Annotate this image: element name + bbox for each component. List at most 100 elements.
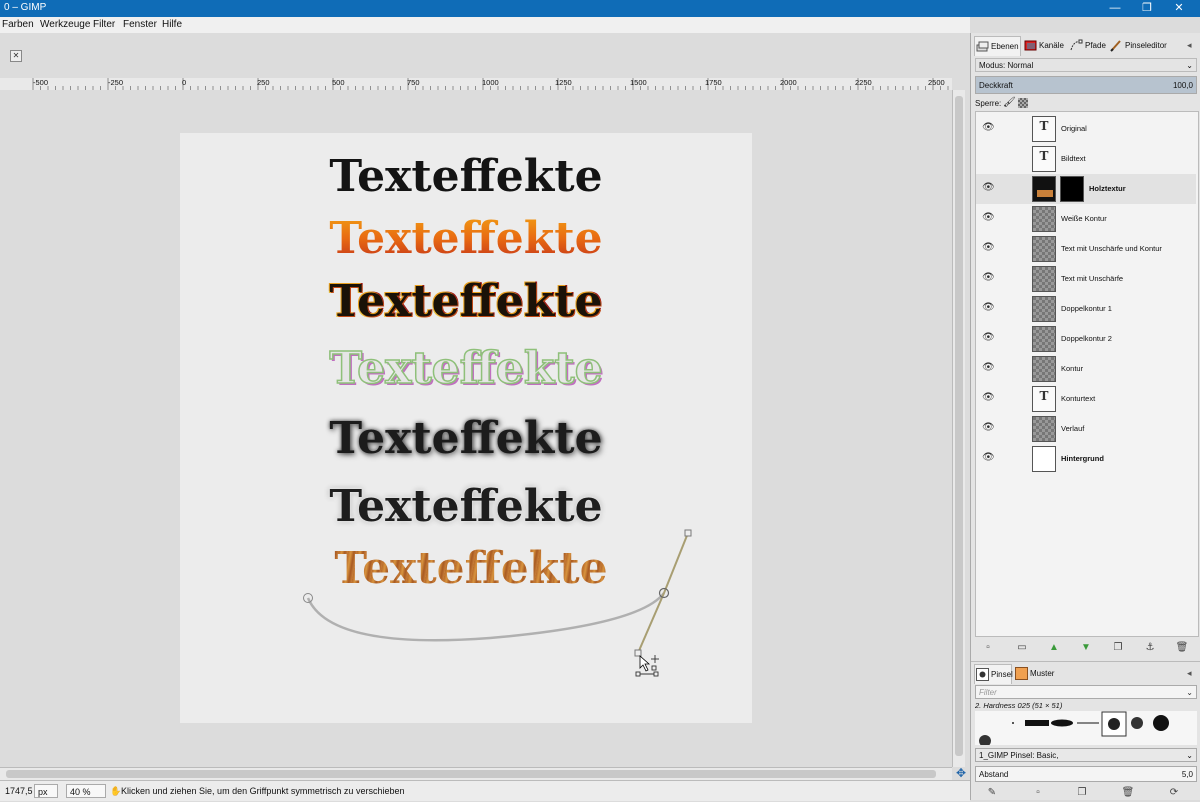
brush-name: 2. Hardness 025 (51 × 51) [975, 701, 1063, 710]
lock-alpha-icon[interactable] [1018, 98, 1028, 108]
layer-row-selected[interactable]: 👁 Holztextur [976, 174, 1196, 204]
eye-icon[interactable]: 👁 [982, 393, 995, 403]
channels-icon [1024, 40, 1037, 51]
vertical-scrollbar[interactable] [952, 90, 965, 767]
layer-row[interactable]: 👁 T Bildtext [976, 144, 1196, 174]
tab-menu-icon[interactable]: ◂ [1187, 40, 1192, 51]
opacity-slider[interactable]: Deckkraft 100,0 [975, 76, 1197, 94]
ruler-label: 2000 [780, 78, 797, 87]
brush-tabs: Pinsel Muster ◂ [971, 661, 1200, 684]
layer-name: Holztextur [1089, 184, 1126, 193]
menu-hilfe[interactable]: Hilfe [162, 19, 182, 30]
ruler-label: 2250 [855, 78, 872, 87]
duplicate-layer-icon[interactable]: ❐ [1111, 641, 1125, 655]
paths-icon [1070, 39, 1083, 51]
tab-paths[interactable]: Pfade [1069, 36, 1107, 56]
chevron-down-icon: ⌄ [1186, 751, 1193, 760]
layer-row[interactable]: 👁 T Konturtext [976, 384, 1196, 414]
layer-row[interactable]: 👁 Doppelkontur 2 [976, 324, 1196, 354]
eye-icon[interactable]: 👁 [982, 183, 995, 193]
cursor-pointer-icon [639, 655, 651, 672]
brush-preset-select[interactable]: 1_GIMP Pinsel: Basic, ⌄ [975, 748, 1197, 762]
new-brush-icon[interactable]: ▫ [1031, 786, 1045, 800]
edit-brush-icon[interactable]: ✎ [985, 786, 999, 800]
ruler-ticks [32, 78, 949, 90]
eye-icon[interactable]: 👁 [982, 123, 995, 133]
menu-werkzeuge[interactable]: Werkzeuge [40, 19, 90, 30]
layer-name: Verlauf [1061, 424, 1085, 433]
eye-icon[interactable]: 👁 [982, 213, 995, 223]
layer-row[interactable]: 👁 Verlauf [976, 414, 1196, 444]
raise-layer-icon[interactable]: ▲ [1047, 641, 1061, 655]
tab-layers[interactable]: Ebenen [974, 36, 1021, 56]
path-curve[interactable] [306, 592, 665, 642]
eye-icon[interactable]: 👁 [982, 273, 995, 283]
new-layer-group-icon[interactable]: ▭ [1015, 641, 1029, 655]
layer-name: Hintergrund [1061, 454, 1104, 463]
layer-row[interactable]: 👁 T Original [976, 114, 1196, 144]
ruler-label: 1750 [705, 78, 722, 87]
brush-icon [976, 668, 989, 681]
refresh-brushes-icon[interactable]: ⟳ [1167, 786, 1181, 800]
layer-list[interactable]: 👁 T Original 👁 T Bildtext 👁 Holztextur 👁… [975, 111, 1199, 637]
tab-channels[interactable]: Kanäle [1023, 36, 1067, 56]
close-image-icon[interactable]: ✕ [10, 50, 22, 62]
eye-icon[interactable]: 👁 [982, 423, 995, 433]
layer-row[interactable]: 👁 Kontur [976, 354, 1196, 384]
eye-icon[interactable]: 👁 [982, 363, 995, 373]
new-layer-icon[interactable]: ▫ [981, 641, 995, 655]
horizontal-scrollbar[interactable] [0, 767, 952, 780]
eye-icon[interactable]: 👁 [982, 453, 995, 463]
eye-icon[interactable]: 👁 [982, 243, 995, 253]
navigate-icon[interactable]: ✥ [952, 767, 970, 779]
tab-menu-icon[interactable]: ◂ [1187, 668, 1192, 679]
menu-filter[interactable]: Filter [93, 19, 115, 30]
ruler-label: 1250 [555, 78, 572, 87]
layer-row[interactable]: 👁 Hintergrund [976, 444, 1196, 474]
menu-fenster[interactable]: Fenster [123, 19, 157, 30]
menu-bar: Farben Werkzeuge Filter Fenster Hilfe [0, 17, 970, 33]
ruler-label: -250 [108, 78, 124, 87]
layer-mask-thumb[interactable] [1060, 176, 1084, 202]
ruler-label: -500 [33, 78, 49, 87]
ruler-label: 750 [407, 78, 420, 87]
delete-layer-icon[interactable]: 🗑 [1175, 641, 1189, 655]
tab-brush-editor-label: Pinseleditor [1125, 41, 1167, 50]
layer-name: Original [1061, 124, 1087, 133]
brush-filter-input[interactable]: Filter ⌄ [975, 685, 1197, 699]
minimize-button[interactable]: — [1100, 0, 1130, 17]
eye-icon[interactable]: 👁 [982, 303, 995, 313]
unit-select[interactable]: px [34, 784, 58, 798]
path-handle[interactable] [684, 529, 692, 537]
tab-patterns[interactable]: Muster [1014, 664, 1058, 684]
close-button[interactable]: ✕ [1164, 0, 1194, 17]
canvas-area[interactable]: Texteffekte Texteffekte Texteffekte Text… [0, 90, 952, 767]
menu-farben[interactable]: Farben [2, 19, 34, 30]
path-handle[interactable] [634, 649, 642, 657]
layer-name: Weiße Kontur [1061, 214, 1107, 223]
mode-label: Modus: Normal [979, 61, 1034, 70]
lock-pixels-icon[interactable]: 🖌 [1003, 97, 1016, 108]
maximize-button[interactable]: ❐ [1132, 0, 1162, 17]
lower-layer-icon[interactable]: ▼ [1079, 641, 1093, 655]
eye-icon[interactable]: 👁 [982, 333, 995, 343]
layer-row[interactable]: 👁 Text mit Unschärfe [976, 264, 1196, 294]
layer-row[interactable]: 👁 Weiße Kontur [976, 204, 1196, 234]
duplicate-brush-icon[interactable]: ❐ [1075, 786, 1089, 800]
brush-preset-label: 1_GIMP Pinsel: Basic, [979, 751, 1059, 760]
layer-row[interactable]: 👁 Doppelkontur 1 [976, 294, 1196, 324]
anchor-layer-icon[interactable]: ⚓ [1143, 641, 1157, 655]
layer-row[interactable]: 👁 Text mit Unschärfe und Kontur [976, 234, 1196, 264]
path-overlay[interactable] [0, 90, 952, 767]
layer-name: Doppelkontur 1 [1061, 304, 1112, 313]
tab-brushes[interactable]: Pinsel [974, 664, 1013, 684]
ruler-label: 500 [332, 78, 345, 87]
spacing-slider[interactable]: Abstand 5,0 [975, 766, 1197, 782]
zoom-select[interactable]: 40 % [66, 784, 106, 798]
tab-brush-editor[interactable]: Pinseleditor [1109, 36, 1173, 56]
ruler-label: 2500 [928, 78, 945, 87]
image-tab-strip [0, 33, 970, 78]
mode-select[interactable]: Modus: Normal ⌄ [975, 58, 1197, 72]
brush-grid[interactable] [975, 711, 1197, 745]
delete-brush-icon[interactable]: 🗑 [1121, 786, 1135, 800]
